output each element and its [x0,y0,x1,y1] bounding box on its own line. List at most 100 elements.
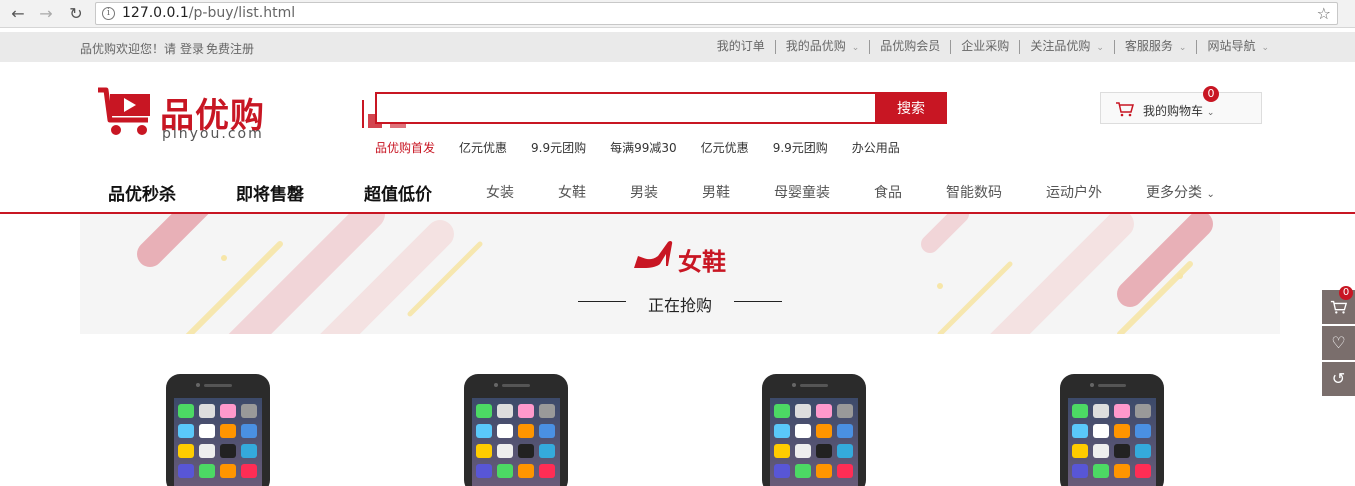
cart-label-text: 我的购物车 [1143,104,1204,118]
shortcut-link-label: 我的品优购 [785,39,846,53]
product-image[interactable] [1060,374,1164,486]
nav-item-mens-shoes[interactable]: 男鞋 [702,182,730,202]
app-grid [476,404,558,478]
phone-screen [472,398,560,486]
product-card[interactable] [762,374,868,486]
product-card[interactable] [166,374,272,486]
nav-item-more[interactable]: 更多分类 ⌄ [1146,182,1215,202]
nav-item-baby-kids[interactable]: 母婴童装 [774,182,830,202]
shortcut-link-my-orders[interactable]: 我的订单 [707,40,775,54]
app-grid [178,404,260,478]
nav-item-smart-digital[interactable]: 智能数码 [946,182,1002,202]
nav-item-selling-out[interactable]: 即将售罄 [236,180,304,205]
hotword-link[interactable]: 亿元优惠 [701,139,749,156]
hotword-link[interactable]: 办公用品 [852,139,900,156]
banner-subtitle: 正在抢购 [647,296,712,315]
shortcut-link-follow[interactable]: 关注品优购 ⌄ [1019,40,1114,54]
url-host: 127.0.0.1 [122,5,189,21]
nav-item-womens-clothing[interactable]: 女装 [486,182,514,202]
phone-camera [196,383,200,387]
welcome-text: 品优购欢迎您！请 [80,42,177,56]
info-icon[interactable]: i [102,7,115,20]
shortcut-link-label: 品优购会员 [880,39,941,53]
product-image[interactable] [464,374,568,486]
phone-screen [1068,398,1156,486]
app-grid [1072,404,1154,478]
phone-speaker [800,384,828,387]
shortcut-links: 我的订单 我的品优购 ⌄ 品优购会员 企业采购 关注品优购 ⌄ 客服服务 ⌄ 网站导航… [707,40,1279,54]
cart-count-badge: 0 [1203,86,1219,102]
logo-text-en: pinyou.com [162,126,264,142]
nav-item-best-value[interactable]: 超值低价 [364,180,432,205]
shopping-cart-icon [1330,300,1347,314]
forward-arrow-icon[interactable]: → [36,4,56,24]
product-image[interactable] [166,374,270,486]
hotword-link[interactable]: 亿元优惠 [459,139,507,156]
hotword-link[interactable]: 品优购首发 [375,139,435,156]
shortcut-link-label: 关注品优购 [1030,39,1091,53]
shopping-cart-icon [1116,102,1134,117]
side-favorites-button[interactable]: ♡ [1322,326,1355,360]
cart-button[interactable]: 我的购物车 ⌄ 0 [1100,86,1262,124]
nav-item-more-label: 更多分类 [1146,185,1202,201]
shortcut-bar: 品优购欢迎您！请 登录 免费注册 我的订单 我的品优购 ⌄ 品优购会员 企业采购 关注… [0,32,1355,62]
chevron-down-icon: ⌄ [1206,189,1215,200]
shortcut-link-label: 企业采购 [961,39,1010,53]
site-logo[interactable]: 品优购 pinyou.com [96,86,276,146]
phone-camera [494,383,498,387]
hotword-link[interactable]: 9.9元团购 [531,139,586,156]
hotword-link[interactable]: 9.9元团购 [773,139,828,156]
product-card[interactable] [1060,374,1166,486]
shortcut-link-label: 网站导航 [1207,39,1256,53]
browser-toolbar: ← → ↻ i 127.0.0.1/p-buy/list.html ☆ [0,0,1355,28]
back-arrow-icon[interactable]: ← [8,4,28,24]
heart-icon: ♡ [1331,333,1346,352]
nav-item-sports[interactable]: 运动户外 [1046,182,1102,202]
hotword-link[interactable]: 每满99减30 [610,139,677,156]
side-cart-button[interactable]: 0 [1322,286,1355,324]
nav-item-mens-clothing[interactable]: 男装 [630,182,658,202]
history-icon: ↺ [1331,369,1346,388]
nav-item-womens-shoes[interactable]: 女鞋 [558,182,586,202]
chevron-down-icon: ⌄ [851,43,860,53]
search-input[interactable] [375,92,877,124]
shortcut-link-my-pinyougou[interactable]: 我的品优购 ⌄ [774,39,870,54]
category-banner: 女鞋 正在抢购 [80,214,1280,334]
hotwords: 品优购首发 亿元优惠 9.9元团购 每满99减30 亿元优惠 9.9元团购 办公… [375,139,924,156]
phone-speaker [204,384,232,387]
url-path: /p-buy/list.html [188,5,296,21]
nav-item-food[interactable]: 食品 [874,182,902,202]
phone-camera [1090,383,1094,387]
category-navbar: 品优秒杀 即将售罄 超值低价 女装 女鞋 男装 男鞋 母婴童装 食品 智能数码 … [0,170,1355,214]
reload-icon[interactable]: ↻ [66,4,86,24]
chevron-down-icon: ⌄ [1261,43,1269,53]
welcome-area: 品优购欢迎您！请 登录 免费注册 [80,40,254,57]
product-card[interactable] [464,374,570,486]
shortcut-link-label: 客服服务 [1124,39,1173,53]
cart-label: 我的购物车 ⌄ [1143,102,1214,119]
banner-title: 女鞋 [678,248,726,276]
chevron-down-icon: ⌄ [1206,108,1215,118]
shortcut-link-label: 我的订单 [716,39,765,53]
search-bar: 搜索 [375,92,947,124]
phone-speaker [502,384,530,387]
shortcut-link-site-nav[interactable]: 网站导航 ⌄ [1196,40,1279,54]
side-history-button[interactable]: ↺ [1322,362,1355,396]
product-image[interactable] [762,374,866,486]
login-link[interactable]: 登录 [180,42,204,56]
banner-divider [734,301,782,302]
nav-item-flash-sale[interactable]: 品优秒杀 [108,180,176,205]
shortcut-link-enterprise[interactable]: 企业采购 [950,40,1019,54]
search-button[interactable]: 搜索 [875,92,947,124]
url-text[interactable]: 127.0.0.1/p-buy/list.html [122,5,295,21]
bookmark-star-icon[interactable]: ☆ [1317,4,1331,23]
shortcut-link-service[interactable]: 客服服务 ⌄ [1113,39,1197,54]
address-bar[interactable]: i 127.0.0.1/p-buy/list.html ☆ [95,2,1338,25]
phone-camera [792,383,796,387]
phone-speaker [1098,384,1126,387]
shortcut-link-membership[interactable]: 品优购会员 [869,40,950,54]
register-link[interactable]: 免费注册 [206,42,254,56]
side-toolbar: 0 ♡ ↺ [1322,286,1355,398]
app-grid [774,404,856,478]
chevron-down-icon: ⌄ [1096,43,1104,53]
